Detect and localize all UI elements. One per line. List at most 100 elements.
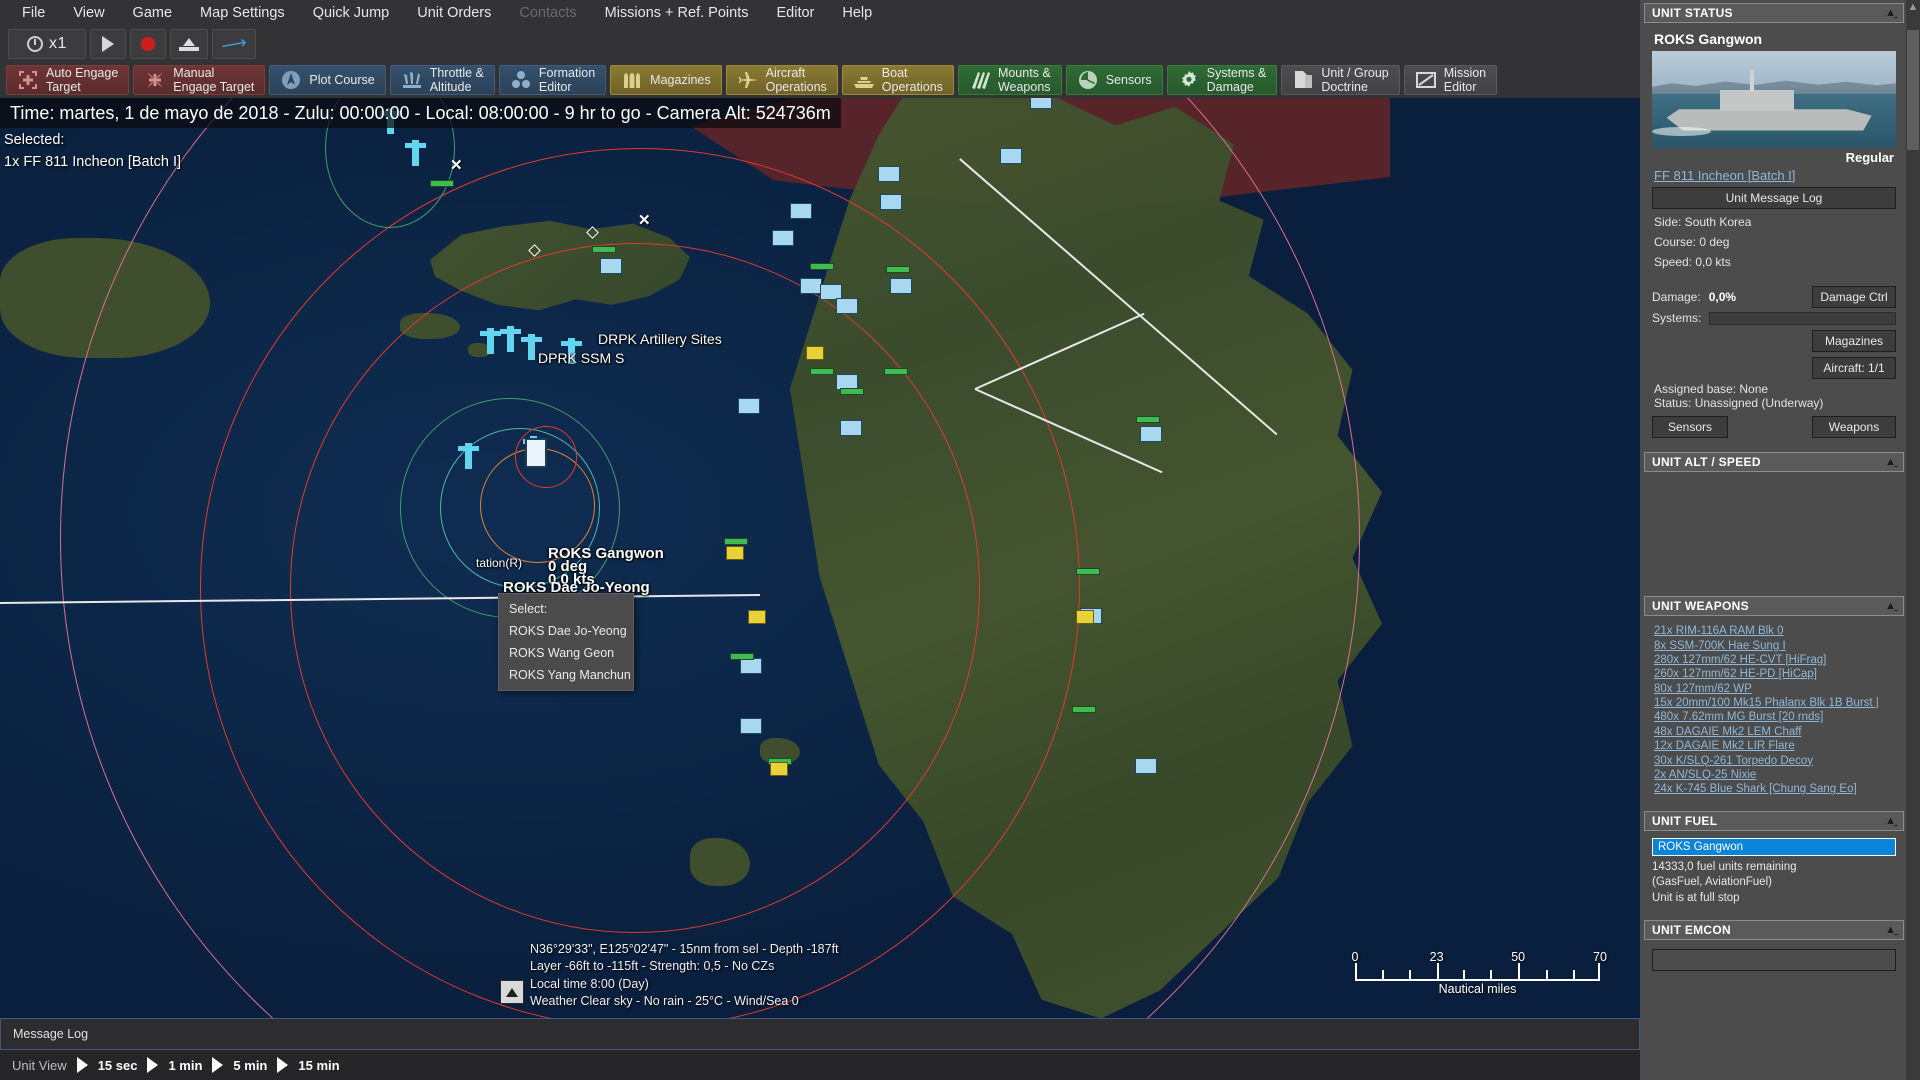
unit-aircraft-button[interactable]: Aircraft: 1/1 <box>1812 357 1896 379</box>
naval-contact-marker[interactable] <box>772 230 794 246</box>
game-speed-button[interactable]: x1 <box>8 29 86 59</box>
ground-unit-marker[interactable] <box>1072 706 1096 713</box>
menu-item-file[interactable]: File <box>8 2 59 24</box>
weapon-item[interactable]: 24x K-745 Blue Shark [Chung Sang Eo] <box>1652 782 1896 796</box>
context-menu-item-dae-jo-yeong[interactable]: ROKS Dae Jo-Yeong <box>499 620 633 642</box>
context-menu-item-yang-manchun[interactable]: ROKS Yang Manchun <box>499 664 633 686</box>
map-canvas[interactable]: ✕ ✕ DRPK Artillery Sites DPRK SSM S ROKS… <box>0 98 1640 1018</box>
time-step-5min[interactable]: 5 min <box>225 1058 275 1073</box>
context-menu-item-wang-geon[interactable]: ROKS Wang Geon <box>499 642 633 664</box>
unit-status-header[interactable]: UNIT STATUS ▲̱ <box>1644 3 1904 23</box>
weapon-item[interactable]: 30x K/SLQ-261 Torpedo Decoy <box>1652 753 1896 767</box>
ground-unit-marker[interactable] <box>840 388 864 395</box>
naval-contact-marker[interactable] <box>1000 148 1022 164</box>
weapon-item[interactable]: 480x 7.62mm MG Burst [20 rnds] <box>1652 710 1896 724</box>
air-base-marker[interactable] <box>748 610 766 624</box>
naval-contact-marker[interactable] <box>740 658 762 674</box>
magazines-button[interactable]: Magazines <box>610 65 722 95</box>
jump-button[interactable]: ⟶ <box>212 29 256 59</box>
chevron-up-icon[interactable]: ▲̱ <box>1885 7 1896 19</box>
menu-item-missions-ref-points[interactable]: Missions + Ref. Points <box>591 2 763 24</box>
plot-course-button[interactable]: Plot Course <box>269 65 386 95</box>
weapon-item[interactable]: 12x DAGAIE Mk2 LIR Flare <box>1652 739 1896 753</box>
air-unit-marker[interactable] <box>480 328 501 354</box>
unit-alt-speed-header[interactable]: UNIT ALT / SPEED ▲̱ <box>1644 452 1904 472</box>
naval-contact-marker[interactable] <box>800 278 822 294</box>
mission-editor-button[interactable]: Mission Editor <box>1403 65 1498 95</box>
time-step-1min[interactable]: 1 min <box>160 1058 210 1073</box>
menu-item-map-settings[interactable]: Map Settings <box>186 2 299 24</box>
naval-contact-marker[interactable] <box>1140 426 1162 442</box>
layers-button[interactable] <box>170 29 208 59</box>
unit-view-label[interactable]: Unit View <box>4 1058 75 1073</box>
unit-class-link[interactable]: FF 811 Incheon [Batch I] <box>1652 167 1896 184</box>
ground-unit-marker[interactable] <box>1136 416 1160 423</box>
scroll-up-icon[interactable]: ▲ <box>1906 0 1920 14</box>
fuel-unit-selected[interactable]: ROKS Gangwon <box>1652 837 1896 856</box>
air-base-marker[interactable] <box>806 346 824 360</box>
unit-sensors-button[interactable]: Sensors <box>1652 416 1728 438</box>
naval-contact-marker[interactable] <box>880 194 902 210</box>
ground-unit-marker[interactable] <box>810 263 834 270</box>
ground-unit-marker[interactable] <box>730 653 754 660</box>
menu-item-quick-jump[interactable]: Quick Jump <box>299 2 404 24</box>
air-unit-marker[interactable] <box>500 326 521 352</box>
aircraft-operations-button[interactable]: Aircraft Operations <box>725 65 838 95</box>
ground-unit-marker[interactable] <box>886 266 910 273</box>
unit-group-doctrine-button[interactable]: Unit / Group Doctrine <box>1281 65 1400 95</box>
naval-contact-marker[interactable] <box>1135 758 1157 774</box>
naval-contact-marker[interactable] <box>790 203 812 219</box>
menu-item-view[interactable]: View <box>59 2 118 24</box>
record-button[interactable] <box>130 29 166 59</box>
ground-unit-marker[interactable] <box>1076 568 1100 575</box>
emcon-control[interactable] <box>1652 949 1896 972</box>
damage-ctrl-button[interactable]: Damage Ctrl <box>1812 286 1896 308</box>
naval-contact-marker[interactable] <box>836 298 858 314</box>
manual-engage-target-button[interactable]: Manual Engage Target <box>133 65 266 95</box>
air-base-marker[interactable] <box>770 762 788 776</box>
weapon-item[interactable]: 280x 127mm/62 HE-CVT [HiFrag] <box>1652 653 1896 667</box>
naval-contact-marker[interactable] <box>740 718 762 734</box>
sensors-button[interactable]: Sensors <box>1065 65 1163 95</box>
menu-item-game[interactable]: Game <box>119 2 187 24</box>
weapon-item[interactable]: 80x 127mm/62 WP <box>1652 682 1896 696</box>
weapon-item[interactable]: 21x RIM-116A RAM Blk 0 <box>1652 624 1896 638</box>
air-unit-marker[interactable] <box>405 140 426 166</box>
chevron-up-icon[interactable]: ▲̱ <box>1885 456 1896 468</box>
menu-item-help[interactable]: Help <box>828 2 886 24</box>
auto-engage-target-button[interactable]: Auto Engage Target <box>6 65 130 95</box>
unit-weapons-button[interactable]: Weapons <box>1812 416 1896 438</box>
naval-contact-marker[interactable] <box>890 278 912 294</box>
selected-unit-icon[interactable] <box>525 438 547 468</box>
unit-select-context-menu[interactable]: Select: ROKS Dae Jo-Yeong ROKS Wang Geon… <box>498 593 634 691</box>
chevron-up-icon[interactable]: ▲̱ <box>1885 924 1896 936</box>
systems-damage-button[interactable]: Systems & Damage <box>1166 65 1278 95</box>
time-step-15sec[interactable]: 15 sec <box>90 1058 146 1073</box>
weapon-item[interactable]: 48x DAGAIE Mk2 LEM Chaff <box>1652 725 1896 739</box>
unit-weapons-header[interactable]: UNIT WEAPONS ▲̱ <box>1644 596 1904 616</box>
unit-fuel-header[interactable]: UNIT FUEL ▲̱ <box>1644 810 1904 831</box>
expand-message-log-button[interactable] <box>500 980 524 1004</box>
weapon-item[interactable]: 8x SSM-700K Hae Sung I <box>1652 638 1896 652</box>
naval-contact-marker[interactable] <box>878 166 900 182</box>
weapon-item[interactable]: 15x 20mm/100 Mk15 Phalanx Blk 1B Burst | <box>1652 696 1896 710</box>
ground-unit-marker[interactable] <box>592 246 616 253</box>
unit-magazines-button[interactable]: Magazines <box>1812 330 1896 352</box>
boat-operations-button[interactable]: Boat Operations <box>841 65 954 95</box>
air-base-marker[interactable] <box>1076 610 1094 624</box>
menu-item-unit-orders[interactable]: Unit Orders <box>403 2 505 24</box>
weapon-item[interactable]: 2x AN/SLQ-25 Nixie <box>1652 768 1896 782</box>
formation-editor-button[interactable]: Formation Editor <box>498 65 607 95</box>
weapon-item[interactable]: 260x 127mm/62 HE-PD [HiCap] <box>1652 667 1896 681</box>
ground-unit-marker[interactable] <box>430 180 454 187</box>
air-base-marker[interactable] <box>726 546 744 560</box>
naval-contact-marker[interactable] <box>600 258 622 274</box>
menu-item-editor[interactable]: Editor <box>762 2 828 24</box>
naval-contact-marker[interactable] <box>840 420 862 436</box>
message-log-bar[interactable]: Message Log <box>0 1018 1640 1050</box>
air-unit-marker[interactable] <box>458 443 479 469</box>
ground-unit-marker[interactable] <box>724 538 748 545</box>
ground-unit-marker[interactable] <box>810 368 834 375</box>
air-unit-marker[interactable] <box>521 334 542 360</box>
play-button[interactable] <box>90 29 126 59</box>
